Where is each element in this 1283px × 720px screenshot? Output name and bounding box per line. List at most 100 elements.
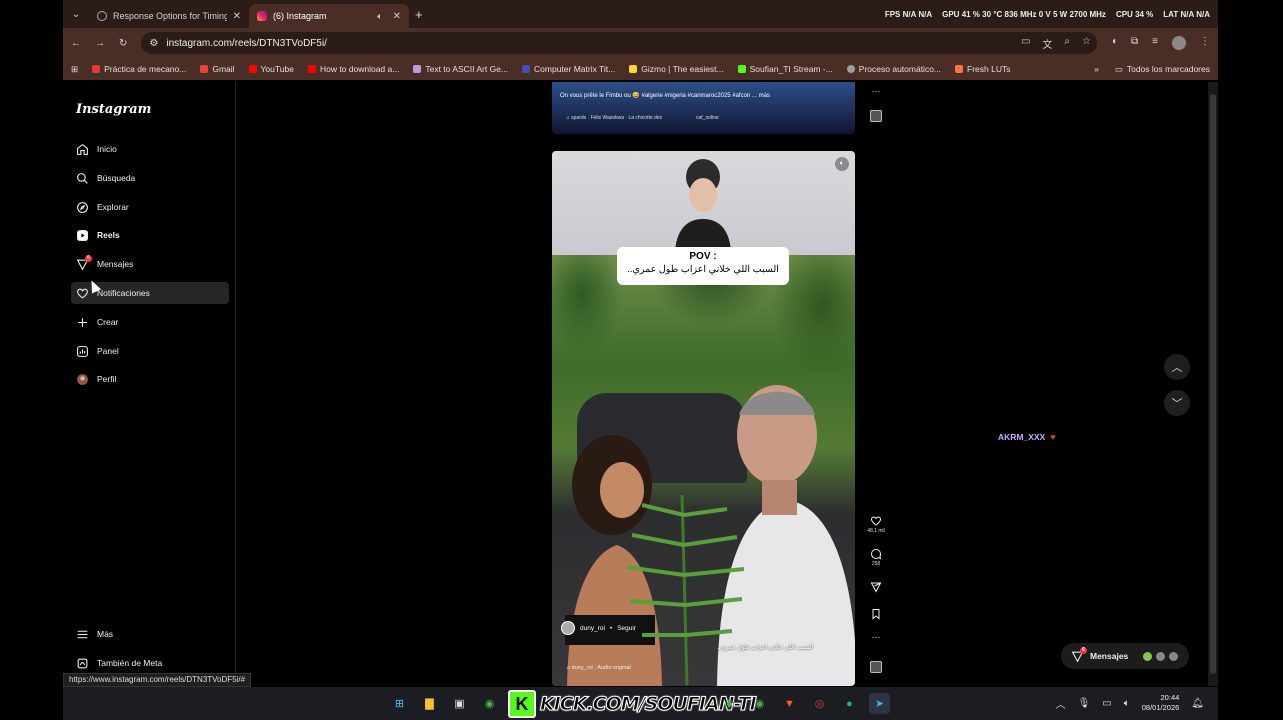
install-app-icon[interactable]: ▭ [1021,36,1030,51]
chrome-icon[interactable]: ◉ [719,693,740,714]
media-icon[interactable]: ◖ [1111,36,1117,50]
previous-reel-button[interactable]: ︿ [1164,354,1190,380]
reload-icon[interactable]: ↻ [119,38,127,49]
bookmark-item[interactable]: Proceso automático... [846,64,941,74]
bookmark-star-icon[interactable]: ☆ [1082,36,1091,51]
sidebar-item-reels[interactable]: Reels [71,224,229,246]
store-icon[interactable]: ▣ [449,693,470,714]
sidebar-item-inicio[interactable]: Inicio [71,138,229,160]
instagram-page: Instagram Inicio Búsqueda Explorar Reels… [63,82,1208,686]
sidebar-item-label: Panel [97,346,119,356]
sidebar-item-crear[interactable]: Crear [71,311,229,333]
close-tab-icon[interactable]: ✕ [393,11,401,22]
audio-thumbnail-icon [870,110,882,122]
page-scrollbar[interactable] [1208,82,1218,686]
new-tab-button[interactable]: + [415,7,423,22]
gmail-icon [200,65,209,73]
url-text[interactable]: instagram.com/reels/DTN3TVoDF5i/ [166,38,327,49]
bookmark-item[interactable]: Fresh LUTs [955,64,1010,74]
like-button[interactable]: 48,1 mil [867,515,885,534]
reel-music[interactable]: ♫ spards · Félix Wazekwa · La chicotte d… [566,115,662,121]
sidebar-item-panel[interactable]: Panel [71,340,229,362]
sidebar-item-explorar[interactable]: Explorar [71,196,229,218]
current-reel-video[interactable]: POV : السبب اللي خلاني اعزاب طول عمري.. … [552,151,855,686]
share-button[interactable] [867,581,885,593]
bookmark-item[interactable]: Soufian_TI Stream -... [737,64,833,74]
system-clock[interactable]: 20:44 08/01/2026 [1142,693,1180,713]
forward-icon[interactable]: → [95,38,105,49]
close-tab-icon[interactable]: ✕ [233,11,241,22]
spotify-icon[interactable]: ● [839,693,860,714]
back-icon[interactable]: ← [71,38,81,49]
tab-search-button[interactable]: ⌄ [63,0,89,28]
bookmark-item[interactable]: Text to ASCII Art Ge... [413,64,508,74]
chevron-up-icon[interactable]: ︿ [1056,696,1066,711]
author-avatar[interactable] [561,621,575,635]
microphone-icon[interactable]: 🎙︎ [1078,698,1091,709]
reel-audio[interactable]: ♫ duny_rol · Audio original [566,665,631,671]
messages-pill[interactable]: 6 Mensajes [1061,643,1189,669]
speaker-icon[interactable]: 🔈︎ [377,11,382,22]
windows-start-icon[interactable]: ⊞ [389,693,410,714]
bookmark-favicon-icon [522,65,531,73]
address-bar[interactable]: ⚙ instagram.com/reels/DTN3TVoDF5i/ ▭ 文 ⌕… [141,32,1097,54]
bookmark-item[interactable]: Práctica de mecano... [92,64,186,74]
tab-response-options[interactable]: Response Options for Timing ✕ [89,4,249,28]
reel-tag[interactable]: caf_online [696,115,719,121]
more-options-icon[interactable]: ··· [867,632,885,642]
network-icon[interactable]: ▭ [1102,698,1111,709]
audio-thumbnail[interactable] [867,661,885,673]
save-button[interactable] [867,608,885,620]
scrollbar-thumb[interactable] [1210,94,1216,674]
gpu-stat: GPU 41 % 30 °C 836 MHz 0 V 5 W 2700 MHz [942,9,1106,19]
sidebar-item-perfil[interactable]: Perfil [71,368,229,390]
sidebar-item-mensajes[interactable]: 6 Mensajes [71,253,229,275]
bookmark-item[interactable]: How to download a... [307,64,399,74]
globe-icon [846,65,855,73]
instagram-logo[interactable]: Instagram [76,102,151,117]
telegram-icon[interactable]: ➤ [869,693,890,714]
sidebar-item-meta[interactable]: También de Meta [71,652,229,674]
apps-grid-icon[interactable]: ⊞ [71,64,78,75]
menu-dots-icon[interactable]: ⋮ [1200,36,1210,50]
compass-icon [76,201,89,214]
previous-reel[interactable]: On vous prête le Fimbu ou 😅 #algerie #ni… [552,82,855,134]
chrome-icon[interactable]: ◉ [749,693,770,714]
more-bookmarks-icon[interactable]: » [1094,64,1099,74]
bookmark-item[interactable]: Gmail [200,64,235,74]
comment-button[interactable]: 258 [867,548,885,567]
hamburger-icon [76,628,89,641]
bookmark-favicon-icon [955,65,964,73]
sidebar-item-busqueda[interactable]: Búsqueda [71,167,229,189]
zoom-icon[interactable]: ⌕ [1064,36,1070,51]
sidebar-item-label: Crear [97,317,119,327]
translate-icon[interactable]: 文 [1042,36,1052,51]
file-explorer-icon[interactable]: ▇ [419,693,440,714]
chrome-icon[interactable]: ◉ [479,693,500,714]
author-username[interactable]: duny_rol [580,625,605,632]
notification-bell-icon[interactable]: 🔔︎ [1191,698,1204,709]
kick-icon [737,65,746,73]
prev-audio-thumbnail[interactable] [867,110,885,122]
prev-more-icon[interactable]: ··· [867,86,885,96]
speaker-icon[interactable]: 🔈︎ [1124,698,1130,709]
reel-caption: On vous prête le Fimbu ou 😅 #algerie #ni… [560,93,770,99]
bookmark-item[interactable]: YouTube [248,64,294,74]
sidebar-item-mas[interactable]: Más [71,623,229,645]
tab-instagram[interactable]: (6) Instagram 🔈︎ ✕ [249,4,409,28]
bookmark-favicon-icon [629,65,638,73]
site-info-icon[interactable]: ⚙ [149,38,158,49]
app-icon[interactable]: ◎ [809,693,830,714]
volume-icon[interactable]: 🔈︎ [835,157,849,171]
all-bookmarks-folder[interactable]: ▭ Todos los marcadores [1115,64,1210,75]
extensions-icon[interactable]: ⧉ [1131,36,1138,50]
profile-avatar[interactable] [1172,36,1186,50]
follow-button[interactable]: Seguir [617,625,636,632]
heart-icon [76,287,89,300]
brave-icon[interactable]: ▼ [779,693,800,714]
reading-list-icon[interactable]: ≡ [1152,36,1158,50]
bookmark-item[interactable]: Gizmo | The easiest... [629,64,724,74]
tab-bar: ⌄ Response Options for Timing ✕ (6) Inst… [63,0,1218,28]
next-reel-button[interactable]: ﹀ [1164,390,1190,416]
bookmark-item[interactable]: Computer Matrix Tit... [522,64,615,74]
